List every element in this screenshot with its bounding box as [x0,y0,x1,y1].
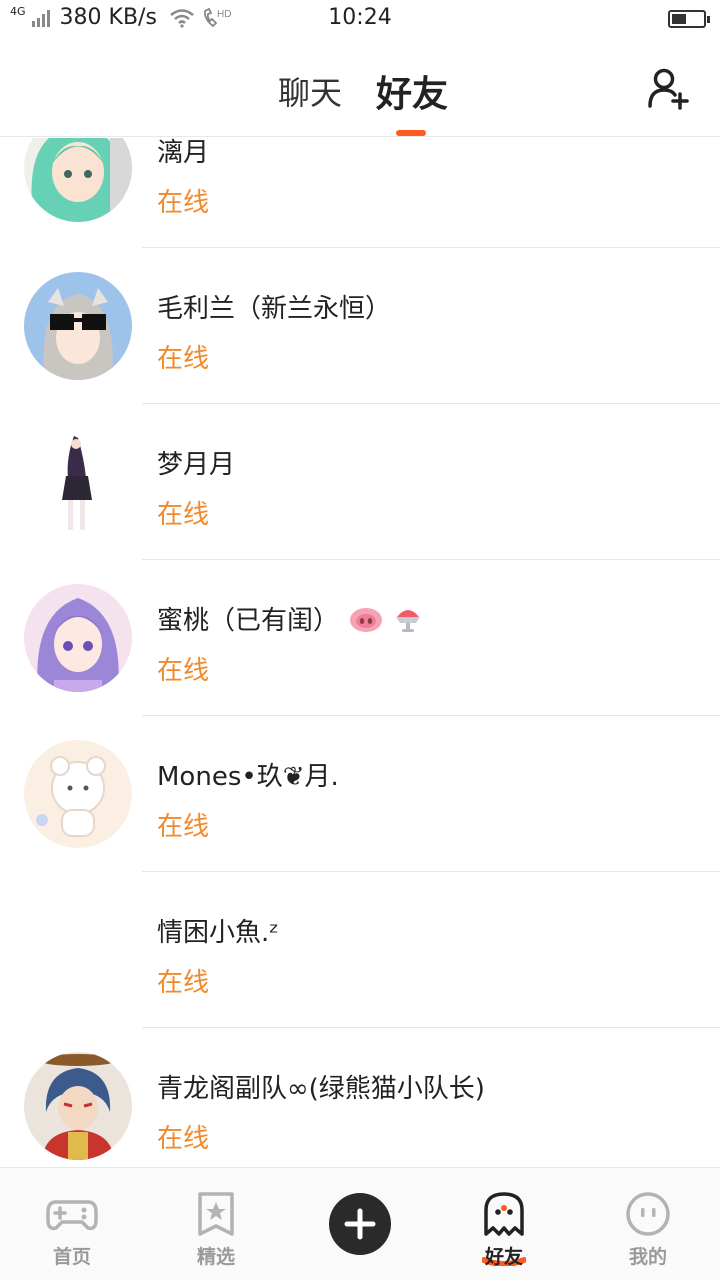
online-status: 在线 [157,344,210,374]
pig-nose-emoji-icon [350,608,383,632]
avatar [24,584,132,692]
nav-item-featured[interactable]: 精选 [144,1168,288,1280]
status-time: 10:24 [328,5,392,30]
nav-item-me[interactable]: 我的 [576,1168,720,1280]
friend-name: 蜜桃（已有闺） [157,600,424,637]
friend-item[interactable]: 梦月月 在线 [0,404,720,560]
friend-item[interactable]: Mones•玖❦月. 在线 [0,716,720,872]
nav-label-featured: 精选 [196,1246,235,1268]
online-status: 在线 [157,656,210,686]
nav-label-me: 我的 [628,1246,667,1268]
friend-name-text: 蜜桃（已有闺） [157,606,340,636]
tab-chat[interactable]: 聊天 [278,68,342,114]
friend-item[interactable]: 情困小魚.ᶻ 在线 [0,872,720,1028]
nav-label-friends: 好友 [484,1246,523,1268]
friend-name: 青龙阁副队∞(绿熊猫小队长) [157,1074,485,1104]
friend-name: Mones•玖❦月. [157,762,339,792]
plus-icon [344,1208,376,1240]
battery-icon [668,10,710,28]
friend-item[interactable]: 蜜桃（已有闺） 在线 [0,560,720,716]
friend-item[interactable]: 毛利兰（新兰永恒） 在线 [0,248,720,404]
battery-fill [672,14,686,24]
avatar [24,740,132,848]
online-status: 在线 [157,968,210,998]
add-person-icon[interactable] [646,66,690,110]
face-icon [626,1192,670,1236]
online-status: 在线 [157,500,210,530]
friend-item[interactable]: 青龙阁副队∞(绿熊猫小队长) 在线 [0,1028,720,1166]
avatar [24,138,132,222]
status-bar: 4G 380 KB/s HD 10:24 [0,0,720,40]
header: 聊天 好友 [0,40,720,137]
online-status: 在线 [157,812,210,842]
online-status: 在线 [157,1124,210,1154]
avatar [24,428,132,536]
friend-name: 情困小魚.ᶻ [157,918,279,948]
bookmark-star-icon [198,1192,234,1236]
friend-item[interactable]: 漓月 在线 [0,138,720,248]
avatar [24,272,132,380]
tab-friends[interactable]: 好友 [376,65,448,117]
bottom-nav: 首页 精选 好友 我的 [0,1167,720,1280]
shaved-ice-emoji-icon [395,610,420,632]
friend-name: 漓月 [157,138,210,168]
tab-indicator [396,130,426,136]
nav-item-friends[interactable]: 好友 [432,1168,576,1280]
friend-name: 毛利兰（新兰永恒） [157,294,392,324]
friend-name: 梦月月 [157,450,236,480]
nav-label-home: 首页 [52,1246,91,1268]
gamepad-icon [46,1200,98,1231]
plus-button[interactable] [329,1193,391,1255]
online-status: 在线 [157,188,210,218]
avatar [24,1052,132,1160]
friend-list: 漓月 在线 毛利兰（新兰永恒） 在线 梦月月 在线 蜜桃（已有闺） 在线 Mon… [0,138,720,1166]
ghost-icon [484,1192,524,1236]
nav-item-home[interactable]: 首页 [0,1168,144,1280]
